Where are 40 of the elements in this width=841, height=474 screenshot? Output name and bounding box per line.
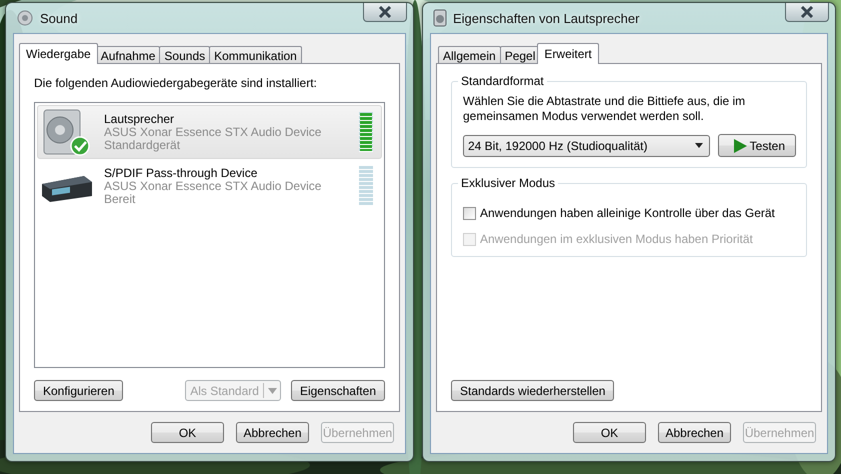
group-title: Standardformat: [460, 74, 545, 88]
checkbox[interactable]: [463, 206, 476, 220]
device-item[interactable]: Lautsprecher ASUS Xonar Essence STX Audio Device Standardgerät: [37, 105, 382, 159]
device-name: S/PDIF Pass-through Device: [104, 166, 258, 180]
level-meter: [359, 166, 373, 206]
device-status: Standardgerät: [104, 138, 182, 152]
close-button[interactable]: [785, 3, 829, 22]
group-title: Exklusiver Modus: [460, 176, 556, 190]
tab[interactable]: Wiedergabe: [19, 43, 98, 64]
instruction-text: Die folgenden Audiowiedergabegeräte sind installiert:: [34, 76, 318, 90]
device-driver: ASUS Xonar Essence STX Audio Device: [104, 126, 322, 138]
restore-defaults-button[interactable]: Standards wiederherstellen: [451, 380, 614, 401]
close-icon: [800, 6, 814, 18]
tab[interactable]: Kommunikation: [209, 46, 302, 64]
tab[interactable]: Sounds: [159, 46, 210, 64]
test-button[interactable]: Testen: [718, 134, 796, 157]
window-title: Sound: [40, 10, 79, 26]
tab[interactable]: Erweitert: [537, 43, 599, 64]
window-title: Eigenschaften von Lautsprecher: [453, 10, 640, 26]
cancel-button[interactable]: Abbrechen: [236, 422, 309, 443]
device-status: Bereit: [104, 192, 136, 206]
speaker-icon: [16, 9, 34, 27]
caret-icon: [694, 143, 703, 148]
tab[interactable]: Allgemein: [438, 46, 501, 64]
format-dropdown[interactable]: 24 Bit, 192000 Hz (Studioqualität): [463, 134, 710, 156]
caret-icon: [268, 388, 277, 394]
speaker-icon: [433, 9, 447, 27]
close-icon: [378, 6, 392, 18]
checkbox-option[interactable]: Anwendungen haben alleinige Kontrolle über das Gerät: [463, 206, 796, 220]
device-driver: ASUS Xonar Essence STX Audio Device: [104, 180, 322, 192]
device-item[interactable]: S/PDIF Pass-through Device ASUS Xonar Essence STX Audio Device Bereit: [37, 159, 382, 213]
play-icon: [732, 138, 747, 152]
device-name: Lautsprecher: [104, 112, 176, 126]
cancel-button[interactable]: Abbrechen: [658, 422, 731, 443]
configure-button[interactable]: Konfigurieren: [34, 380, 124, 401]
properties-button[interactable]: Eigenschaften: [290, 380, 385, 401]
description-text: Wählen Sie die Abtastrate und die Bittiefe aus, die im gemeinsamen Modus verwendet werden soll.: [463, 94, 746, 124]
close-button[interactable]: [363, 3, 407, 22]
ok-button[interactable]: OK: [151, 422, 224, 443]
ok-button[interactable]: OK: [573, 422, 646, 443]
